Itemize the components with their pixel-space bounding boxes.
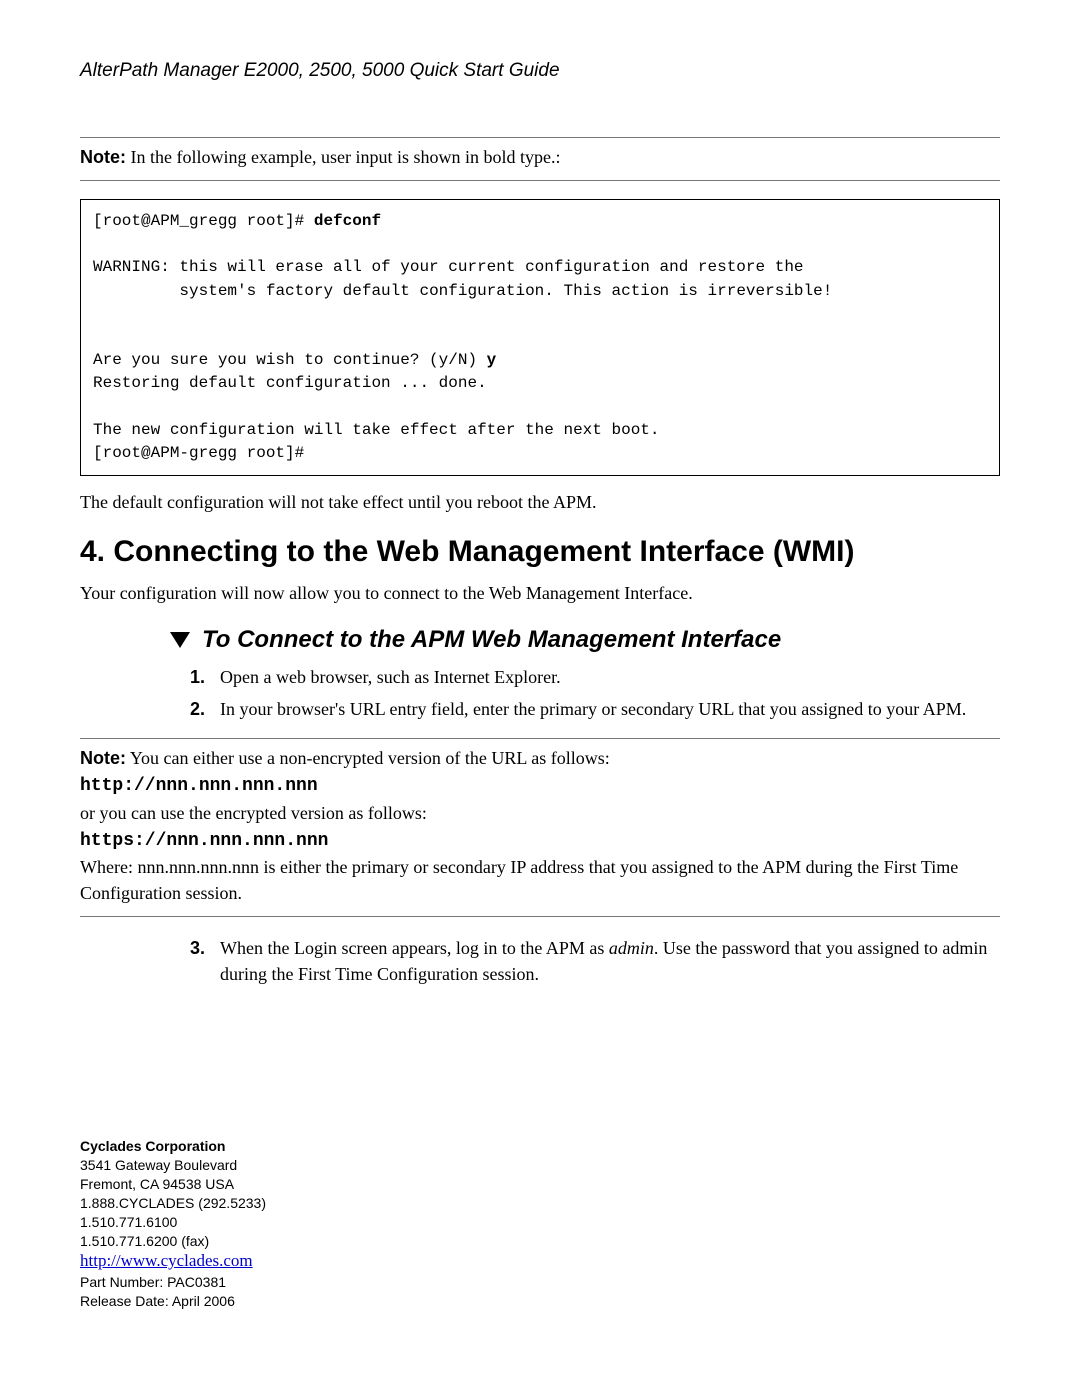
step-number: 2. bbox=[190, 696, 220, 722]
release-date: Release Date: April 2006 bbox=[80, 1292, 1000, 1311]
page-header: AlterPath Manager E2000, 2500, 5000 Quic… bbox=[80, 60, 1000, 82]
terminal-line: Are you sure you wish to continue? (y/N) bbox=[93, 351, 487, 369]
phone-line: 1.510.771.6200 (fax) bbox=[80, 1232, 1000, 1251]
url-secure: https://nnn.nnn.nnn.nnn bbox=[80, 831, 328, 851]
sub-heading-text: To Connect to the APM Web Management Int… bbox=[202, 626, 781, 654]
step-item: 2. In your browser's URL entry field, en… bbox=[190, 696, 1000, 722]
step-item: 1. Open a web browser, such as Internet … bbox=[190, 664, 1000, 690]
terminal-line: system's factory default configuration. … bbox=[93, 282, 832, 300]
address-line: Fremont, CA 94538 USA bbox=[80, 1175, 1000, 1194]
triangle-down-icon bbox=[170, 632, 190, 648]
user-input: y bbox=[487, 351, 497, 369]
step-text: When the Login screen appears, log in to… bbox=[220, 935, 1000, 987]
prompt: [root@APM-gregg root]# bbox=[93, 444, 304, 462]
phone-line: 1.510.771.6100 bbox=[80, 1213, 1000, 1232]
footer: Cyclades Corporation 3541 Gateway Boulev… bbox=[80, 1137, 1000, 1311]
step-text: Open a web browser, such as Internet Exp… bbox=[220, 664, 1000, 690]
prompt: [root@APM_gregg root]# bbox=[93, 212, 314, 230]
company-name: Cyclades Corporation bbox=[80, 1137, 1000, 1156]
emphasis: admin bbox=[609, 938, 654, 958]
body-paragraph: The default configuration will not take … bbox=[80, 492, 1000, 513]
step-number: 3. bbox=[190, 935, 220, 987]
terminal-line: Restoring default configuration ... done… bbox=[93, 374, 487, 392]
terminal-line: WARNING: this will erase all of your cur… bbox=[93, 258, 804, 276]
note-line: or you can use the encrypted version as … bbox=[80, 803, 427, 823]
sub-heading: To Connect to the APM Web Management Int… bbox=[170, 626, 1000, 654]
terminal-output: [root@APM_gregg root]# defconf WARNING: … bbox=[80, 199, 1000, 476]
step-item: 3. When the Login screen appears, log in… bbox=[190, 935, 1000, 987]
phone-line: 1.888.CYCLADES (292.5233) bbox=[80, 1194, 1000, 1213]
website-link[interactable]: http://www.cyclades.com bbox=[80, 1251, 253, 1270]
rule bbox=[80, 916, 1000, 917]
address-line: 3541 Gateway Boulevard bbox=[80, 1156, 1000, 1175]
section-intro: Your configuration will now allow you to… bbox=[80, 583, 1000, 604]
step-text: In your browser's URL entry field, enter… bbox=[220, 696, 1000, 722]
part-number: Part Number: PAC0381 bbox=[80, 1273, 1000, 1292]
note-label: Note: bbox=[80, 748, 126, 768]
section-heading: 4. Connecting to the Web Management Inte… bbox=[80, 535, 1000, 569]
url-plain: http://nnn.nnn.nnn.nnn bbox=[80, 776, 318, 796]
note-text: In the following example, user input is … bbox=[131, 147, 561, 167]
note-line: Where: nnn.nnn.nnn.nnn is either the pri… bbox=[80, 857, 958, 903]
note-label: Note: bbox=[80, 147, 126, 167]
step-number: 1. bbox=[190, 664, 220, 690]
note-line: You can either use a non-encrypted versi… bbox=[130, 748, 610, 768]
user-input: defconf bbox=[314, 212, 381, 230]
rule bbox=[80, 180, 1000, 181]
terminal-line: The new configuration will take effect a… bbox=[93, 421, 660, 439]
step-text-part: When the Login screen appears, log in to… bbox=[220, 938, 609, 958]
